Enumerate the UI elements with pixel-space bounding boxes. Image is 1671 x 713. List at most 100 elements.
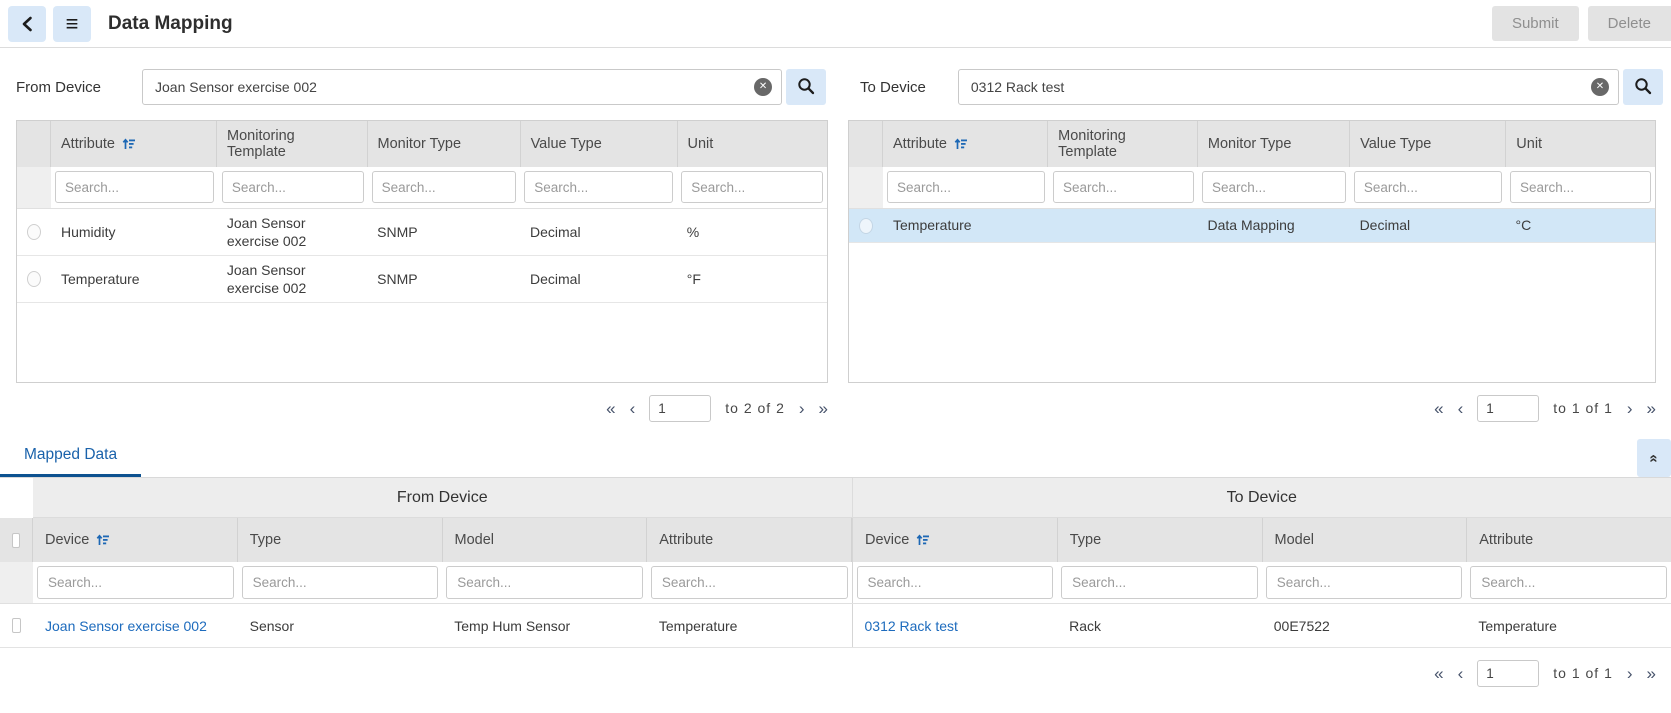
last-page-icon[interactable]: » — [1647, 400, 1656, 417]
first-page-icon[interactable]: « — [606, 400, 615, 417]
tab-mapped-data[interactable]: Mapped Data — [0, 446, 142, 477]
mapped-table-pagination: « ‹ to 1 of 1 › » — [0, 659, 1671, 687]
filter-input-monitoring-template[interactable] — [221, 171, 364, 203]
table-row[interactable]: Temperature Joan Sensor exercise 002 SNM… — [17, 256, 827, 303]
table-header-row: Attribute Monitoring Template Monitor Ty… — [849, 121, 1655, 167]
column-header-attribute[interactable]: Attribute — [51, 121, 218, 167]
double-chevron-up-icon: « — [1645, 453, 1663, 463]
table-header-row: Attribute Monitoring Template Monitor Ty… — [17, 121, 827, 167]
submit-button[interactable]: Submit — [1491, 6, 1579, 41]
table-row-selected[interactable]: Temperature Data Mapping Decimal °C — [849, 209, 1655, 243]
column-header-to-type[interactable]: Type — [1058, 518, 1263, 562]
row-radio[interactable] — [859, 217, 873, 234]
filter-input-value-type[interactable] — [524, 171, 674, 203]
clear-icon[interactable]: ✕ — [754, 78, 773, 96]
back-button[interactable] — [8, 5, 46, 42]
sort-ascending-icon[interactable] — [122, 137, 136, 151]
column-header-value-type[interactable]: Value Type — [1350, 121, 1507, 167]
column-header-to-device[interactable]: Device — [852, 518, 1058, 562]
column-header-monitoring-template[interactable]: Monitoring Template — [1048, 121, 1198, 167]
mapped-filter-row — [0, 562, 1671, 604]
magnifier-icon — [797, 77, 815, 98]
last-page-icon[interactable]: » — [1647, 665, 1656, 682]
to-table-pagination: « ‹ to 1 of 1 › » — [848, 394, 1656, 422]
first-page-icon[interactable]: « — [1434, 665, 1443, 682]
hamburger-icon: ≡ — [65, 10, 79, 36]
page-range-text: to 2 of 2 — [725, 400, 785, 416]
filter-input-to-device[interactable] — [856, 566, 1054, 599]
filter-input-unit[interactable] — [1509, 171, 1652, 203]
filter-input-attribute[interactable] — [887, 171, 1045, 203]
column-header-from-device[interactable]: Device — [33, 518, 238, 562]
page-range-text: to 1 of 1 — [1553, 400, 1613, 416]
row-radio[interactable] — [27, 224, 41, 240]
column-header-value-type[interactable]: Value Type — [521, 121, 678, 167]
page-range-text: to 1 of 1 — [1553, 665, 1613, 681]
filter-input-from-attribute[interactable] — [650, 566, 848, 599]
filter-input-from-device[interactable] — [37, 566, 234, 599]
menu-button[interactable]: ≡ — [53, 5, 91, 42]
column-header-to-model[interactable]: Model — [1263, 518, 1468, 562]
column-header-from-type[interactable]: Type — [238, 518, 443, 562]
filter-input-monitor-type[interactable] — [371, 171, 517, 203]
filter-input-attribute[interactable] — [55, 171, 214, 203]
page-number-input[interactable] — [1477, 659, 1540, 687]
sort-ascending-icon[interactable] — [954, 137, 968, 151]
filter-input-value-type[interactable] — [1353, 171, 1502, 203]
page-number-input[interactable] — [1477, 394, 1540, 422]
to-attributes-panel: Attribute Monitoring Template Monitor Ty… — [848, 120, 1656, 422]
to-device-input[interactable] — [957, 69, 1619, 105]
from-attributes-panel: Attribute Monitoring Template Monitor Ty… — [16, 120, 828, 422]
row-checkbox[interactable] — [12, 618, 21, 633]
filter-input-monitor-type[interactable] — [1202, 171, 1346, 203]
selector-column-header — [849, 121, 883, 167]
column-header-unit[interactable]: Unit — [1506, 121, 1655, 167]
delete-button[interactable]: Delete — [1587, 6, 1671, 41]
last-page-icon[interactable]: » — [819, 400, 828, 417]
column-header-monitor-type[interactable]: Monitor Type — [1198, 121, 1351, 167]
filter-input-to-attribute[interactable] — [1470, 566, 1667, 599]
column-header-unit[interactable]: Unit — [678, 121, 827, 167]
column-header-to-attribute[interactable]: Attribute — [1467, 518, 1671, 562]
page-number-input[interactable] — [649, 394, 712, 422]
first-page-icon[interactable]: « — [1434, 400, 1443, 417]
table-filter-row — [849, 167, 1655, 209]
mapped-data-tab-bar: Mapped Data « — [0, 439, 1671, 478]
clear-icon[interactable]: ✕ — [1591, 78, 1609, 96]
from-table-pagination: « ‹ to 2 of 2 › » — [16, 394, 828, 422]
next-page-icon[interactable]: › — [1627, 400, 1633, 417]
column-header-from-attribute[interactable]: Attribute — [647, 518, 852, 562]
prev-page-icon[interactable]: ‹ — [1458, 400, 1464, 417]
from-device-search-button[interactable] — [786, 69, 827, 105]
sort-ascending-icon[interactable] — [916, 533, 930, 547]
to-device-link[interactable]: 0312 Rack test — [865, 618, 958, 634]
group-header-row: From Device To Device — [0, 478, 1671, 518]
from-device-input[interactable] — [142, 69, 783, 105]
group-header-to-device: To Device — [852, 478, 1671, 518]
column-header-monitor-type[interactable]: Monitor Type — [368, 121, 521, 167]
column-header-monitoring-template[interactable]: Monitoring Template — [217, 121, 368, 167]
sort-ascending-icon[interactable] — [96, 533, 110, 547]
filter-input-from-model[interactable] — [446, 566, 643, 599]
to-device-search-button[interactable] — [1623, 69, 1663, 105]
prev-page-icon[interactable]: ‹ — [1458, 665, 1464, 682]
filter-input-from-type[interactable] — [241, 566, 439, 599]
magnifier-icon — [1634, 77, 1652, 98]
table-row[interactable]: Humidity Joan Sensor exercise 002 SNMP D… — [17, 209, 827, 256]
prev-page-icon[interactable]: ‹ — [630, 400, 636, 417]
column-header-from-model[interactable]: Model — [443, 518, 648, 562]
row-radio[interactable] — [27, 271, 41, 287]
column-header-attribute[interactable]: Attribute — [883, 121, 1049, 167]
next-page-icon[interactable]: › — [799, 400, 805, 417]
filter-input-unit[interactable] — [681, 171, 823, 203]
top-header: ≡ Data Mapping Submit Delete — [0, 0, 1671, 48]
from-device-link[interactable]: Joan Sensor exercise 002 — [45, 618, 207, 634]
to-attributes-grid: Attribute Monitoring Template Monitor Ty… — [848, 120, 1656, 383]
select-all-checkbox[interactable] — [12, 532, 20, 548]
next-page-icon[interactable]: › — [1627, 665, 1633, 682]
mapped-data-row[interactable]: Joan Sensor exercise 002 Sensor Temp Hum… — [0, 604, 1671, 648]
filter-input-to-model[interactable] — [1265, 566, 1463, 599]
collapse-panel-button[interactable]: « — [1637, 439, 1671, 477]
filter-input-to-type[interactable] — [1061, 566, 1258, 599]
filter-input-monitoring-template[interactable] — [1052, 171, 1195, 203]
